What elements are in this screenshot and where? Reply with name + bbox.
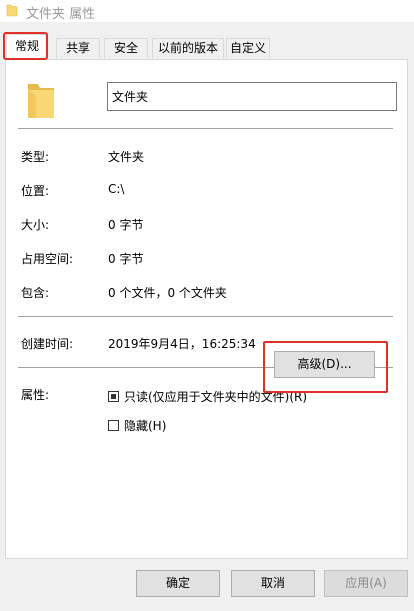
- type-label: 类型:: [21, 150, 50, 164]
- separator: [18, 128, 393, 129]
- hidden-checkbox[interactable]: [108, 419, 119, 431]
- type-value: 文件夹: [108, 150, 145, 164]
- readonly-label: 只读(仅应用于文件夹中的文件)(R): [124, 389, 308, 404]
- size-on-disk-label: 占用空间:: [21, 252, 74, 266]
- attributes-label: 属性:: [21, 388, 50, 402]
- location-value: C:\: [108, 182, 125, 196]
- title-bar[interactable]: 文件夹 属性: [0, 0, 414, 22]
- size-on-disk-value: 0 字节: [108, 252, 144, 266]
- apply-button[interactable]: 应用(A): [324, 570, 408, 597]
- created-value: 2019年9月4日，16:25:34: [108, 337, 256, 351]
- tab-previous-versions[interactable]: 以前的版本: [152, 38, 224, 58]
- tab-strip: 常规 共享 安全 以前的版本 自定义: [0, 34, 414, 60]
- window-title: 文件夹 属性: [26, 7, 96, 22]
- readonly-checkbox[interactable]: [108, 390, 119, 402]
- tab-customize[interactable]: 自定义: [226, 38, 270, 58]
- contains-value: 0 个文件，0 个文件夹: [108, 286, 227, 300]
- folder-name-input[interactable]: [107, 82, 397, 111]
- hidden-label: 隐藏(H): [124, 418, 167, 433]
- location-label: 位置:: [21, 184, 50, 198]
- contains-label: 包含:: [21, 286, 50, 300]
- tab-sharing[interactable]: 共享: [56, 38, 100, 58]
- separator: [18, 316, 393, 317]
- tab-general[interactable]: 常规: [6, 34, 48, 60]
- cancel-button[interactable]: 取消: [231, 570, 315, 597]
- advanced-button[interactable]: 高级(D)...: [274, 351, 375, 378]
- folder-icon: [6, 4, 18, 17]
- properties-dialog: 文件夹 属性 常规 共享 安全 以前的版本 自定义 类型: 文件夹 位置: C:…: [0, 0, 414, 611]
- folder-large-icon: [28, 84, 54, 118]
- created-label: 创建时间:: [21, 337, 74, 351]
- tab-security[interactable]: 安全: [104, 38, 148, 58]
- general-panel: 类型: 文件夹 位置: C:\ 大小: 0 字节 占用空间: 0 字节 包含: …: [5, 59, 408, 559]
- ok-button[interactable]: 确定: [136, 570, 220, 597]
- hidden-option[interactable]: 隐藏(H): [108, 417, 166, 433]
- size-label: 大小:: [21, 218, 50, 232]
- size-value: 0 字节: [108, 218, 144, 232]
- readonly-option[interactable]: 只读(仅应用于文件夹中的文件)(R): [108, 388, 307, 404]
